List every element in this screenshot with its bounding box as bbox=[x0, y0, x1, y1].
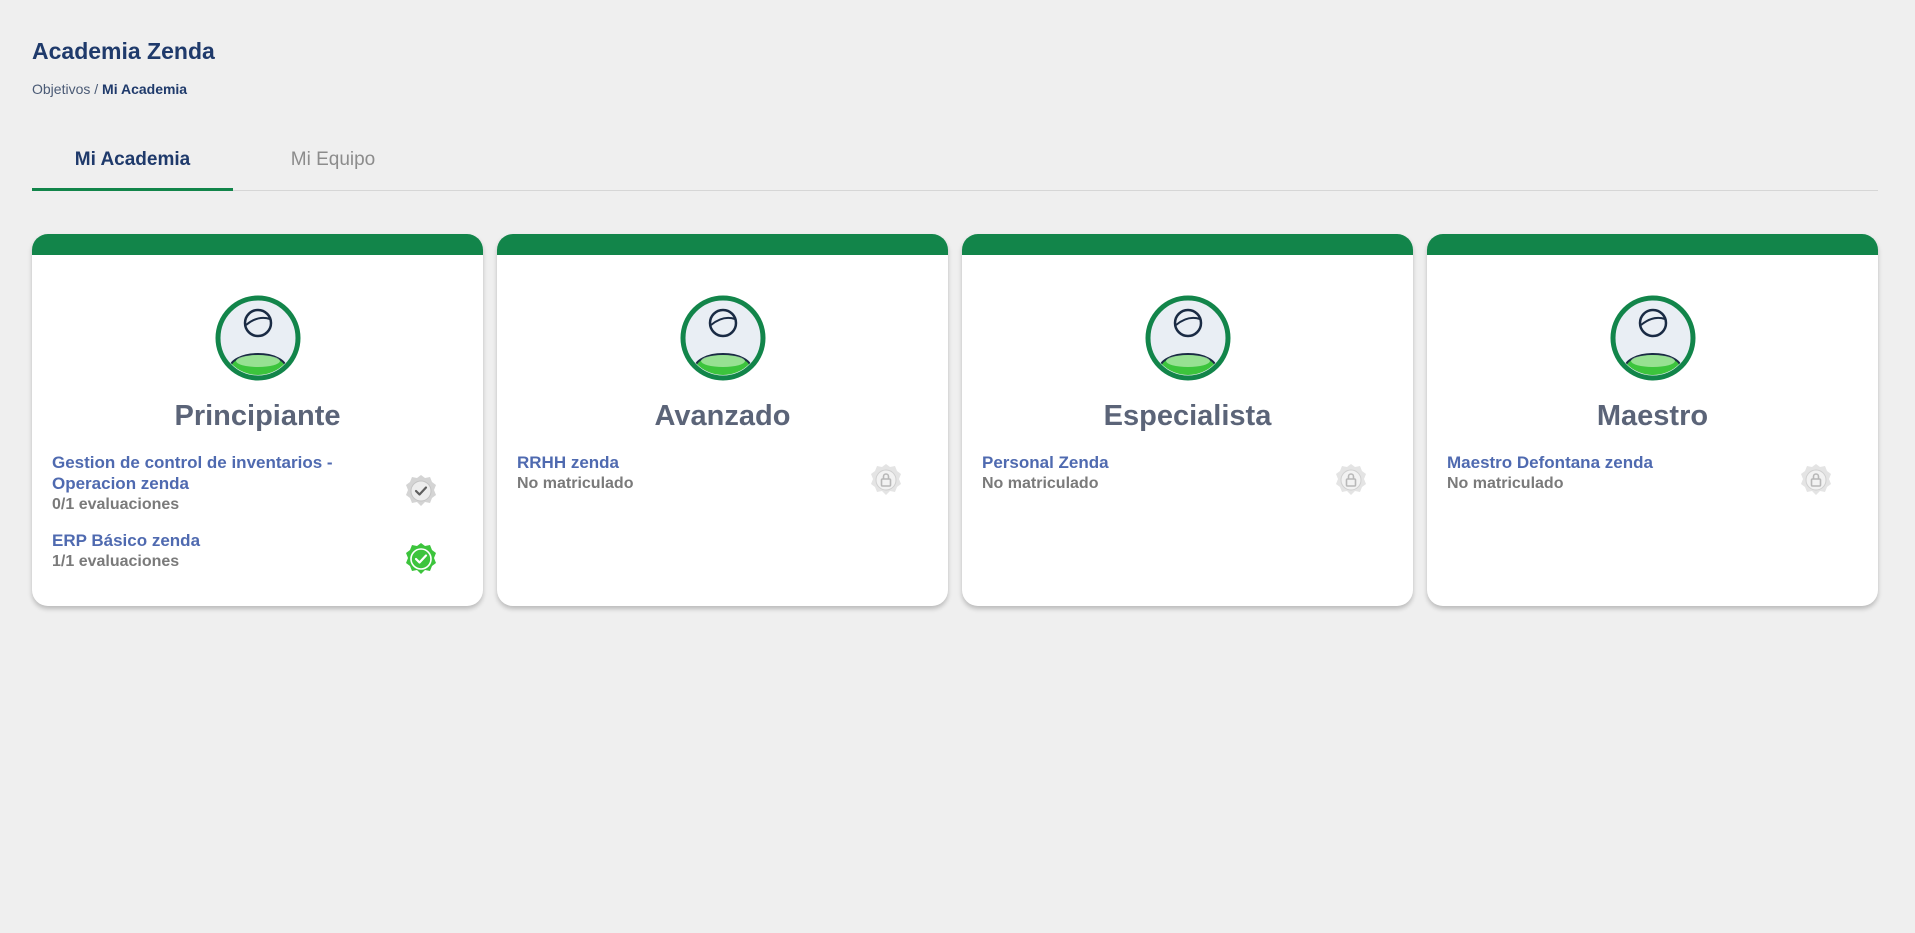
tab-bar: Mi Academia Mi Equipo bbox=[32, 132, 1878, 191]
level-card-maestro: Maestro Maestro Defontana zenda No matri… bbox=[1427, 234, 1878, 606]
course-item: Gestion de control de inventarios - Oper… bbox=[52, 452, 412, 515]
course-item: ERP Básico zenda 1/1 evaluaciones bbox=[52, 530, 412, 572]
course-status: 0/1 evaluaciones bbox=[52, 496, 180, 513]
card-header-bar bbox=[32, 234, 483, 255]
check-badge-green-icon bbox=[406, 543, 436, 574]
course-link[interactable]: ERP Básico zenda bbox=[52, 530, 412, 551]
level-card-avanzado: Avanzado RRHH zenda No matriculado bbox=[497, 234, 948, 606]
lock-badge-icon bbox=[1801, 464, 1831, 495]
breadcrumb-objetivos[interactable]: Objetivos bbox=[32, 81, 90, 97]
lock-badge-icon bbox=[1336, 464, 1366, 495]
check-badge-grey-icon bbox=[406, 475, 436, 506]
level-title: Especialista bbox=[1103, 400, 1272, 432]
page-title: Academia Zenda bbox=[32, 38, 215, 64]
breadcrumb: Objetivos / Mi Academia bbox=[32, 81, 187, 97]
user-avatar-icon bbox=[680, 295, 766, 381]
course-status: No matriculado bbox=[982, 475, 1099, 492]
course-status: 1/1 evaluaciones bbox=[52, 553, 180, 570]
breadcrumb-current: Mi Academia bbox=[102, 81, 188, 97]
course-status: No matriculado bbox=[517, 475, 634, 492]
card-header-bar bbox=[962, 234, 1413, 255]
course-link[interactable]: RRHH zenda bbox=[517, 452, 877, 473]
course-link[interactable]: Gestion de control de inventarios - Oper… bbox=[52, 452, 412, 494]
level-card-especialista: Especialista Personal Zenda No matricula… bbox=[962, 234, 1413, 606]
course-item: Maestro Defontana zenda No matriculado bbox=[1447, 452, 1807, 494]
page: Academia Zenda Objetivos / Mi Academia M… bbox=[0, 0, 1915, 933]
level-title: Maestro bbox=[1596, 400, 1709, 432]
lock-badge-icon bbox=[871, 464, 901, 495]
tab-mi-academia[interactable]: Mi Academia bbox=[32, 132, 233, 191]
breadcrumb-separator: / bbox=[90, 81, 103, 97]
course-item: RRHH zenda No matriculado bbox=[517, 452, 877, 494]
user-avatar-icon bbox=[1145, 295, 1231, 381]
user-avatar-icon bbox=[1610, 295, 1696, 381]
level-card-principiante: Principiante Gestion de control de inven… bbox=[32, 234, 483, 606]
card-header-bar bbox=[497, 234, 948, 255]
course-item: Personal Zenda No matriculado bbox=[982, 452, 1342, 494]
level-title: Principiante bbox=[174, 400, 341, 432]
course-status: No matriculado bbox=[1447, 475, 1564, 492]
course-link[interactable]: Maestro Defontana zenda bbox=[1447, 452, 1807, 473]
user-avatar-icon bbox=[215, 295, 301, 381]
level-cards: Principiante Gestion de control de inven… bbox=[32, 234, 1878, 606]
card-header-bar bbox=[1427, 234, 1878, 255]
level-title: Avanzado bbox=[654, 400, 791, 432]
course-link[interactable]: Personal Zenda bbox=[982, 452, 1342, 473]
tab-mi-equipo[interactable]: Mi Equipo bbox=[233, 132, 433, 188]
